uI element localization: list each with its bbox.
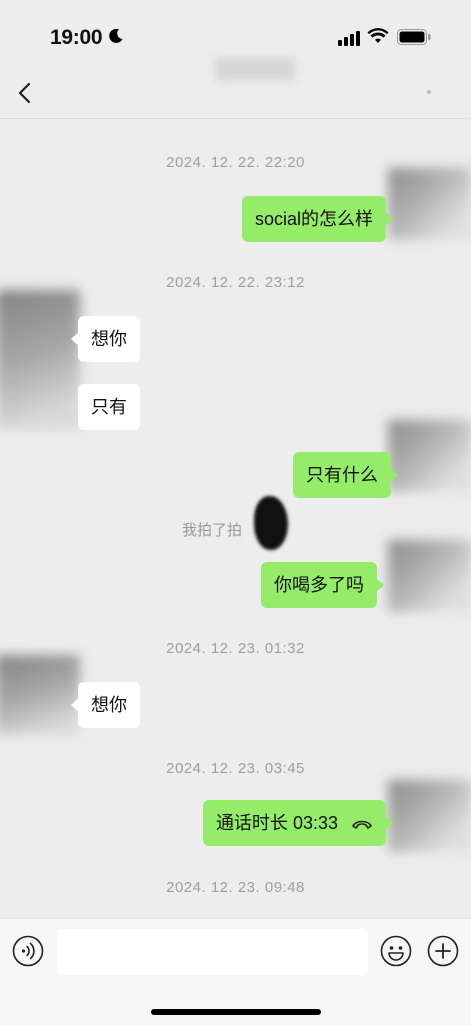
message-timestamp: 2024. 12. 22. 23:12 <box>166 274 305 291</box>
call-duration-bubble[interactable]: 通话时长 03:33 <box>202 800 394 846</box>
back-arrow-icon[interactable] <box>14 80 38 106</box>
pat-system-message: 我拍了拍 <box>182 522 243 539</box>
message-bubble-sent[interactable]: 只有什么 <box>293 452 398 498</box>
more-options-dot[interactable] <box>427 90 431 94</box>
message-text: 只有什么 <box>306 465 378 485</box>
message-text: social的怎么样 <box>254 209 373 229</box>
message-bubble-received[interactable]: 想你 <box>71 682 140 728</box>
contact-name-redacted <box>215 58 295 80</box>
phone-icon <box>352 820 372 830</box>
plus-icon[interactable] <box>427 935 459 967</box>
my-avatar[interactable] <box>388 420 471 492</box>
message-bubble-sent[interactable]: social的怎么样 <box>241 196 394 242</box>
message-text: 想你 <box>91 695 127 715</box>
emoji-icon[interactable] <box>380 935 412 967</box>
my-avatar[interactable] <box>388 780 471 852</box>
message-text: 你喝多了吗 <box>274 575 364 595</box>
moon-icon <box>109 28 123 43</box>
chat-header <box>0 58 471 119</box>
my-avatar[interactable] <box>388 168 471 240</box>
message-text: 只有 <box>91 397 127 417</box>
message-text: 想你 <box>91 329 127 349</box>
message-bubble-received[interactable]: 只有 <box>78 384 140 430</box>
wifi-icon <box>367 28 389 43</box>
message-bubble-received[interactable]: 想你 <box>71 316 140 362</box>
battery-icon <box>397 29 431 45</box>
home-indicator[interactable] <box>151 1009 321 1015</box>
contact-avatar[interactable] <box>0 290 80 430</box>
message-timestamp: 2024. 12. 23. 09:48 <box>166 879 305 896</box>
cellular-signal-icon <box>338 31 360 46</box>
contact-avatar[interactable] <box>0 655 80 735</box>
message-input[interactable] <box>57 929 368 975</box>
redacted-mark <box>254 496 288 550</box>
message-text: 通话时长 03:33 <box>215 813 338 833</box>
status-time: 19:00 <box>50 26 103 49</box>
input-bar <box>0 918 471 1025</box>
my-avatar[interactable] <box>388 540 471 612</box>
voice-input-icon[interactable] <box>12 935 44 967</box>
message-bubble-sent[interactable]: 你喝多了吗 <box>261 562 384 608</box>
message-timestamp: 2024. 12. 23. 03:45 <box>166 760 305 777</box>
